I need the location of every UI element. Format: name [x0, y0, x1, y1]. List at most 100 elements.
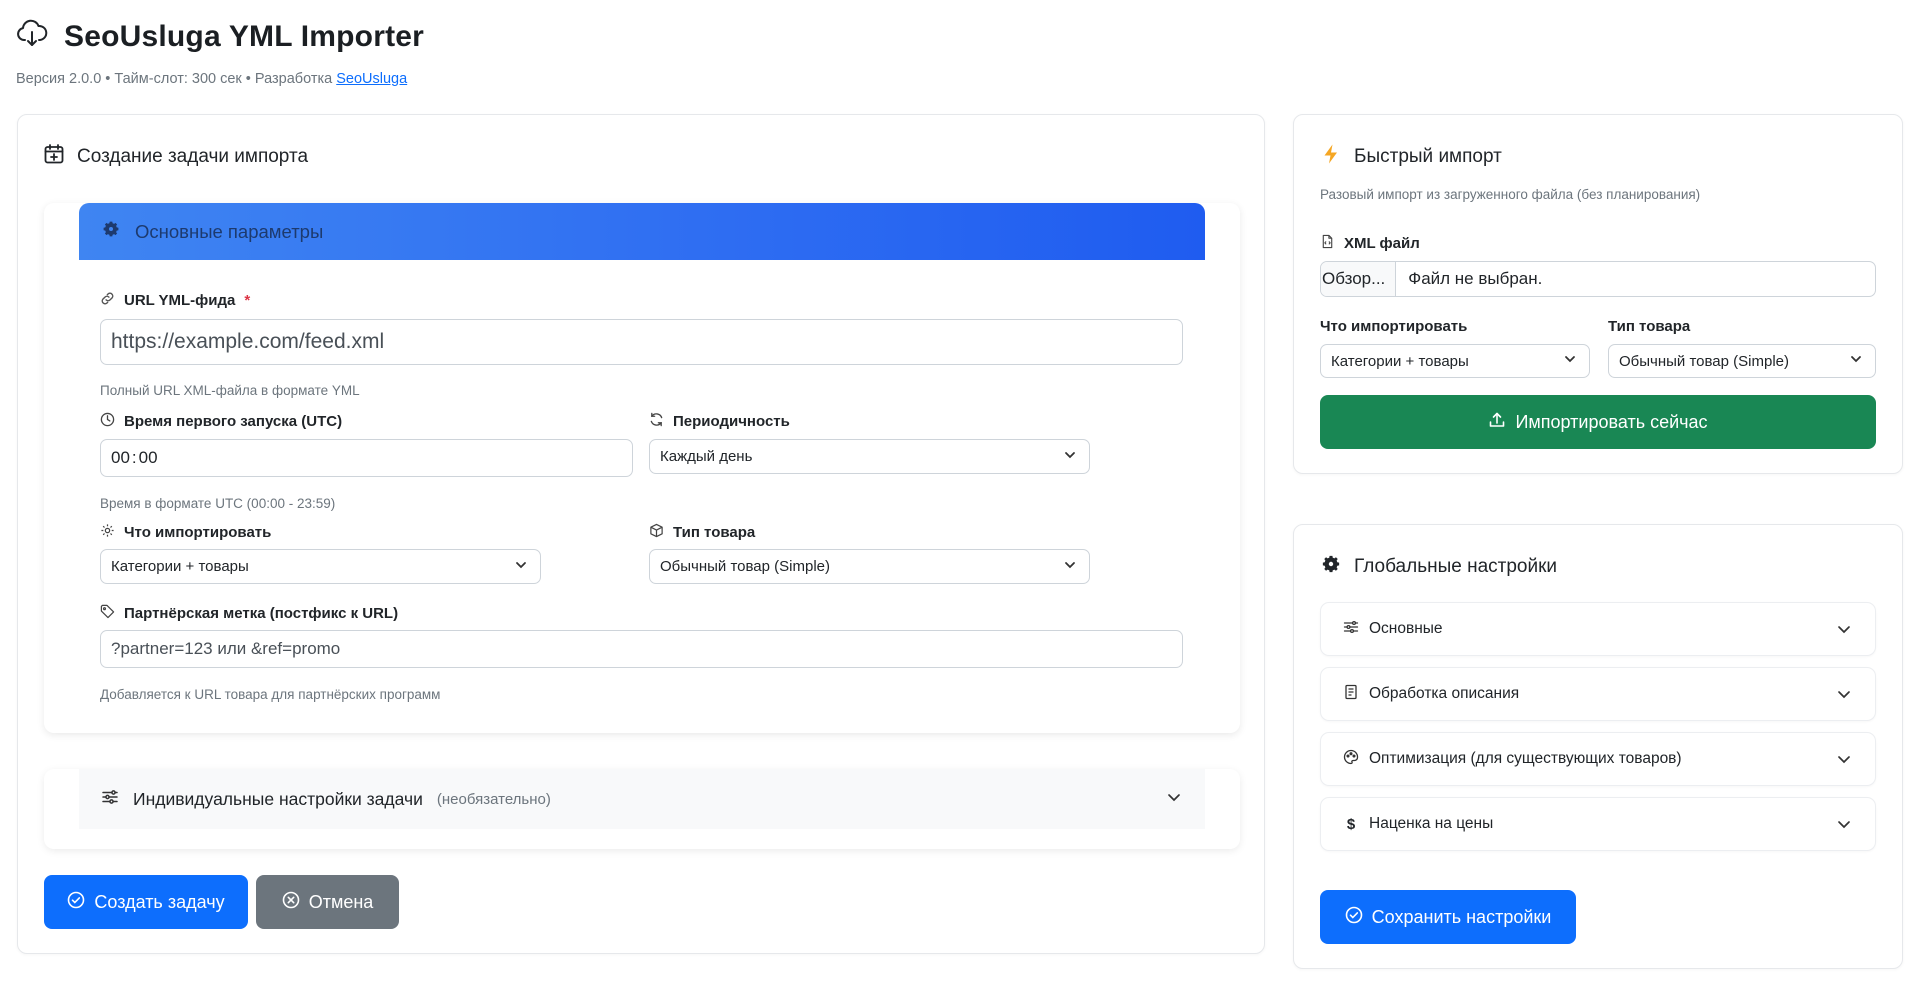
accordion-description-label: Обработка описания [1369, 685, 1520, 702]
browse-button[interactable]: Обзор... [1321, 262, 1397, 296]
first-run-label-text: Время первого запуска (UTC) [124, 413, 343, 430]
file-status: Файл не выбран. [1408, 269, 1543, 288]
url-label-text: URL YML-фида [124, 292, 236, 309]
quick-product-type-value: Обычный товар (Simple) [1619, 352, 1790, 370]
product-type-label-text: Тип товара [673, 524, 756, 541]
product-type-select[interactable]: Обычный товар (Simple) [649, 549, 1090, 584]
url-label: URL YML-фида * [100, 291, 250, 310]
chevron-down-icon [1165, 788, 1183, 811]
what-import-value: Категории + товары [111, 558, 249, 575]
time-separator: : [131, 448, 137, 467]
version-info: Версия 2.0.0 • Тайм-слот: 300 сек • Разр… [16, 71, 333, 87]
accordion-description[interactable]: Обработка описания [1320, 667, 1876, 721]
url-placeholder: https://example.com/feed.xml [111, 330, 385, 353]
first-run-label: Время первого запуска (UTC) [100, 412, 342, 431]
product-type-value: Обычный товар (Simple) [660, 558, 831, 575]
accordion-optimization[interactable]: Оптимизация (для существующих товаров) [1320, 732, 1876, 786]
sliders-icon [101, 788, 119, 811]
url-input[interactable]: https://example.com/feed.xml [100, 319, 1183, 365]
chevron-down-icon [514, 558, 528, 576]
link-icon [100, 291, 115, 310]
developer-link[interactable]: SeoUsluga [336, 71, 407, 87]
x-circle-icon [282, 891, 300, 914]
quick-product-type-label: Тип товара [1608, 318, 1690, 335]
calendar-plus-icon [43, 143, 65, 171]
dollar-icon: $ [1346, 815, 1356, 833]
quick-import-title-text: Быстрый импорт [1354, 146, 1502, 167]
individual-settings-panel: Индивидуальные настройки задачи (необяза… [44, 769, 1240, 849]
quick-import-card: Быстрый импорт Разовый импорт из загруже… [1293, 114, 1903, 474]
partner-placeholder: ?partner=123 или &ref=promo [111, 639, 341, 658]
document-icon [1343, 684, 1359, 705]
chevron-down-icon [1835, 620, 1853, 638]
time-minutes[interactable]: 00 [139, 448, 158, 468]
url-hint: Полный URL XML-файла в формате YML [100, 383, 360, 398]
import-now-label: Импортировать сейчас [1515, 411, 1708, 432]
quick-what-import-label: Что импортировать [1320, 318, 1467, 335]
import-now-button[interactable]: Импортировать сейчас [1320, 395, 1876, 449]
individual-settings-note: (необязательно) [436, 790, 551, 808]
global-settings-title-text: Глобальные настройки [1354, 556, 1558, 577]
gear-outline-icon [100, 523, 115, 542]
what-import-label-text: Что импортировать [124, 524, 272, 541]
gear-icon [101, 219, 121, 244]
what-import-label: Что импортировать [100, 523, 271, 542]
chevron-down-icon [1835, 685, 1853, 703]
basic-params-panel: Основные параметры URL YML-фида * https:… [44, 203, 1240, 733]
chevron-down-icon [1835, 815, 1853, 833]
time-hours[interactable]: 00 [111, 448, 130, 468]
partner-input[interactable]: ?partner=123 или &ref=promo [100, 630, 1183, 668]
cancel-label: Отмена [308, 891, 374, 912]
create-task-button[interactable]: Создать задачу [44, 875, 248, 929]
xml-file-label: XML файл [1320, 234, 1420, 253]
file-code-icon [1320, 234, 1335, 253]
basic-params-header: Основные параметры [79, 203, 1205, 260]
partner-label-text: Партнёрская метка (постфикс к URL) [124, 605, 399, 622]
chevron-down-icon [1063, 448, 1077, 466]
sliders-icon [1343, 619, 1359, 640]
create-task-title: Создание задачи импорта [43, 143, 308, 171]
periodicity-label: Периодичность [649, 412, 790, 431]
app-header: SeoUsluga YML Importer Версия 2.0.0 • Та… [16, 18, 425, 88]
accordion-basic-label: Основные [1369, 620, 1443, 637]
required-mark: * [244, 292, 251, 309]
create-task-title-text: Создание задачи импорта [77, 146, 309, 167]
quick-what-import-value: Категории + товары [1331, 352, 1469, 370]
individual-settings-toggle[interactable]: Индивидуальные настройки задачи (необяза… [79, 769, 1205, 829]
first-run-time-input[interactable]: 00 : 00 [100, 439, 633, 477]
chevron-down-icon [1063, 558, 1077, 576]
refresh-icon [649, 412, 664, 431]
global-settings-card: Глобальные настройки Основные Обработка … [1293, 524, 1903, 969]
partner-hint: Добавляется к URL товара для партнёрских… [100, 687, 441, 702]
chevron-down-icon [1563, 352, 1577, 370]
save-settings-button[interactable]: Сохранить настройки [1320, 890, 1576, 944]
periodicity-label-text: Периодичность [673, 413, 790, 430]
accordion-markup-label: Наценка на цены [1369, 815, 1494, 832]
quick-what-import-label-text: Что импортировать [1320, 318, 1468, 335]
periodicity-select[interactable]: Каждый день [649, 439, 1090, 474]
clock-icon [100, 412, 115, 431]
file-input[interactable]: Обзор... Файл не выбран. [1320, 261, 1876, 297]
cloud-download-icon [16, 18, 48, 55]
lightning-icon [1320, 143, 1342, 171]
create-task-label: Создать задачу [94, 891, 225, 912]
global-settings-title: Глобальные настройки [1320, 553, 1557, 581]
quick-product-type-select[interactable]: Обычный товар (Simple) [1608, 344, 1876, 378]
partner-label: Партнёрская метка (постфикс к URL) [100, 604, 398, 623]
accordion-markup[interactable]: $ Наценка на цены [1320, 797, 1876, 851]
app-title: SeoUsluga YML Importer [64, 19, 425, 53]
accordion-optimization-label: Оптимизация (для существующих товаров) [1369, 750, 1682, 767]
accordion-basic[interactable]: Основные [1320, 602, 1876, 656]
quick-what-import-select[interactable]: Категории + товары [1320, 344, 1590, 378]
create-task-card: Создание задачи импорта Основные парамет… [17, 114, 1265, 954]
gear-icon [1320, 553, 1342, 581]
chevron-down-icon [1849, 352, 1863, 370]
what-import-select[interactable]: Категории + товары [100, 549, 541, 584]
box-icon [649, 523, 664, 542]
chevron-down-icon [1835, 750, 1853, 768]
save-settings-label: Сохранить настройки [1371, 906, 1552, 927]
palette-icon [1343, 749, 1359, 770]
cancel-button[interactable]: Отмена [256, 875, 399, 929]
app-subtitle: Версия 2.0.0 • Тайм-слот: 300 сек • Разр… [16, 71, 424, 87]
quick-product-type-label-text: Тип товара [1608, 318, 1691, 335]
